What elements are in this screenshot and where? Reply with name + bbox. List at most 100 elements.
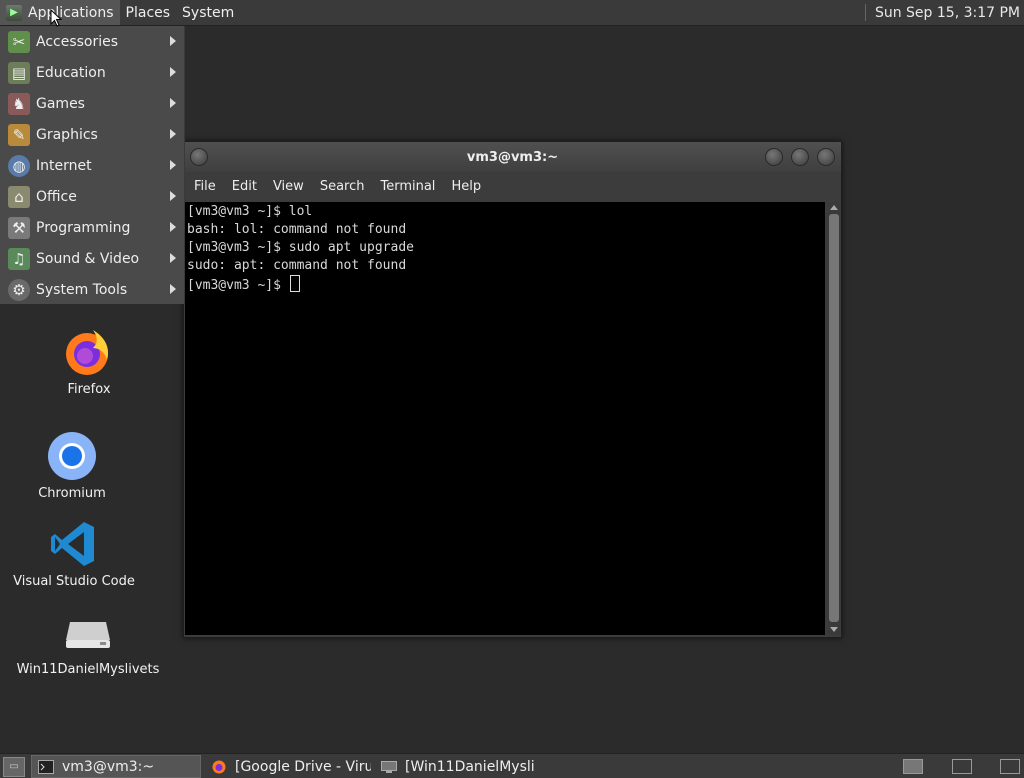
terminal-line: bash: lol: command not found <box>187 222 407 237</box>
desktop-icon-chromium[interactable]: Chromium <box>0 430 157 501</box>
maximize-button[interactable] <box>791 148 809 166</box>
taskbar-item-label: vm3@vm3:~ <box>62 758 155 775</box>
scroll-down-arrow-icon[interactable] <box>830 627 838 632</box>
taskbar-item-terminal[interactable]: vm3@vm3:~ <box>31 755 201 778</box>
terminal-line: [vm3@vm3 ~]$ lol <box>187 204 313 219</box>
menu-item-office[interactable]: ⌂ Office <box>0 181 184 212</box>
accessories-icon: ✂ <box>8 30 30 53</box>
office-icon: ⌂ <box>8 185 30 208</box>
menu-item-label: System Tools <box>36 281 128 298</box>
taskbar-item-google-drive[interactable]: [Google Drive - Viru... <box>205 755 371 778</box>
programming-icon: ⚒ <box>8 216 30 239</box>
menu-item-label: Office <box>36 188 77 205</box>
vm-icon <box>381 760 397 773</box>
taskbar-item-label: [Google Drive - Viru... <box>235 758 371 775</box>
terminal-icon <box>38 759 54 774</box>
terminal-line: sudo: apt: command not found <box>187 258 407 273</box>
menu-item-accessories[interactable]: ✂ Accessories <box>0 26 184 57</box>
menu-item-label: Accessories <box>36 33 119 50</box>
workspace-3[interactable] <box>1000 759 1020 774</box>
menu-search[interactable]: Search <box>312 179 373 194</box>
desktop-icon-label: Visual Studio Code <box>13 574 135 589</box>
menu-item-education[interactable]: ▤ Education <box>0 57 184 88</box>
system-label: System <box>182 4 235 21</box>
menu-item-games[interactable]: ♞ Games <box>0 88 184 119</box>
menu-item-system-tools[interactable]: ⚙ System Tools <box>0 274 184 305</box>
sound-video-icon: ♫ <box>8 247 30 270</box>
submenu-arrow-icon <box>170 98 176 108</box>
submenu-arrow-icon <box>170 36 176 46</box>
chromium-icon <box>48 432 96 480</box>
clock-label: Sun Sep 15, 3:17 PM <box>874 4 1020 21</box>
bottom-panel: ▭ vm3@vm3:~ [Google Drive - Viru... [Win… <box>0 753 1024 778</box>
system-tools-icon: ⚙ <box>8 278 30 301</box>
terminal-prompt-line: [vm3@vm3 ~]$ <box>187 275 823 293</box>
menu-item-label: Sound & Video <box>36 250 140 267</box>
submenu-arrow-icon <box>170 67 176 77</box>
applications-dropdown: ✂ Accessories ▤ Education ♞ Games ✎ Grap… <box>0 26 185 304</box>
workspace-1[interactable] <box>903 759 923 774</box>
places-menu[interactable]: Places <box>120 0 177 25</box>
submenu-arrow-icon <box>170 129 176 139</box>
graphics-icon: ✎ <box>8 123 30 146</box>
drive-icon <box>66 622 110 648</box>
menu-file[interactable]: File <box>186 179 224 194</box>
desktop-icon-vscode[interactable]: Visual Studio Code <box>0 518 159 589</box>
terminal-prompt: [vm3@vm3 ~]$ <box>187 278 289 293</box>
submenu-arrow-icon <box>170 191 176 201</box>
education-icon: ▤ <box>8 61 30 84</box>
terminal-menubar: File Edit View Search Terminal Help <box>184 172 841 201</box>
games-icon: ♞ <box>8 92 30 115</box>
terminal-window[interactable]: vm3@vm3:~ File Edit View Search Terminal… <box>183 141 842 638</box>
terminal-title: vm3@vm3:~ <box>466 149 559 165</box>
submenu-arrow-icon <box>170 160 176 170</box>
taskbar-item-label: [Win11DanielMysliv... <box>405 758 535 775</box>
menu-item-sound-video[interactable]: ♫ Sound & Video <box>0 243 184 274</box>
vscode-icon <box>51 522 94 566</box>
menu-view[interactable]: View <box>265 179 312 194</box>
system-menu[interactable]: System <box>176 0 240 25</box>
panel-separator <box>864 4 866 21</box>
desktop-icon-label: Chromium <box>38 486 106 501</box>
minimize-button[interactable] <box>765 148 783 166</box>
workspace-2[interactable] <box>952 759 972 774</box>
menu-item-label: Programming <box>36 219 131 236</box>
clock[interactable]: Sun Sep 15, 3:17 PM <box>864 0 1024 25</box>
menu-edit[interactable]: Edit <box>224 179 265 194</box>
taskbar-item-win11[interactable]: [Win11DanielMysliv... <box>375 755 535 778</box>
menu-item-graphics[interactable]: ✎ Graphics <box>0 119 184 150</box>
internet-icon: ◍ <box>8 154 30 177</box>
scrollbar-thumb[interactable] <box>829 214 839 622</box>
applications-icon: ▶ <box>6 4 22 21</box>
terminal-output[interactable]: [vm3@vm3 ~]$ lol bash: lol: command not … <box>185 202 825 635</box>
desktop-icon-label: Win11DanielMyslivets <box>16 662 160 677</box>
menu-item-internet[interactable]: ◍ Internet <box>0 150 184 181</box>
submenu-arrow-icon <box>170 222 176 232</box>
menu-item-label: Graphics <box>36 126 98 143</box>
window-menu-button[interactable] <box>190 148 208 166</box>
close-button[interactable] <box>817 148 835 166</box>
scroll-up-arrow-icon[interactable] <box>830 205 838 210</box>
show-desktop-icon[interactable]: ▭ <box>3 756 25 777</box>
desktop-icon-label: Firefox <box>67 382 111 397</box>
submenu-arrow-icon <box>170 253 176 263</box>
terminal-scrollbar[interactable] <box>828 202 840 635</box>
menu-help[interactable]: Help <box>443 179 489 194</box>
applications-label: Applications <box>28 4 114 21</box>
firefox-icon <box>212 760 226 773</box>
submenu-arrow-icon <box>170 284 176 294</box>
menu-item-label: Internet <box>36 157 92 174</box>
firefox-icon <box>66 330 109 375</box>
menu-terminal[interactable]: Terminal <box>372 179 443 194</box>
desktop-icon-win11[interactable]: Win11DanielMyslivets <box>3 606 173 677</box>
places-label: Places <box>125 4 171 21</box>
menu-item-label: Games <box>36 95 85 112</box>
desktop-icon-firefox[interactable]: Firefox <box>4 326 174 397</box>
menu-item-label: Education <box>36 64 106 81</box>
top-panel: ▶ Applications Places System Sun Sep 15,… <box>0 0 1024 26</box>
menu-item-programming[interactable]: ⚒ Programming <box>0 212 184 243</box>
terminal-cursor <box>289 275 300 292</box>
mouse-pointer-icon <box>50 9 62 27</box>
terminal-titlebar[interactable]: vm3@vm3:~ <box>184 142 841 172</box>
terminal-line: [vm3@vm3 ~]$ sudo apt upgrade <box>187 240 414 255</box>
